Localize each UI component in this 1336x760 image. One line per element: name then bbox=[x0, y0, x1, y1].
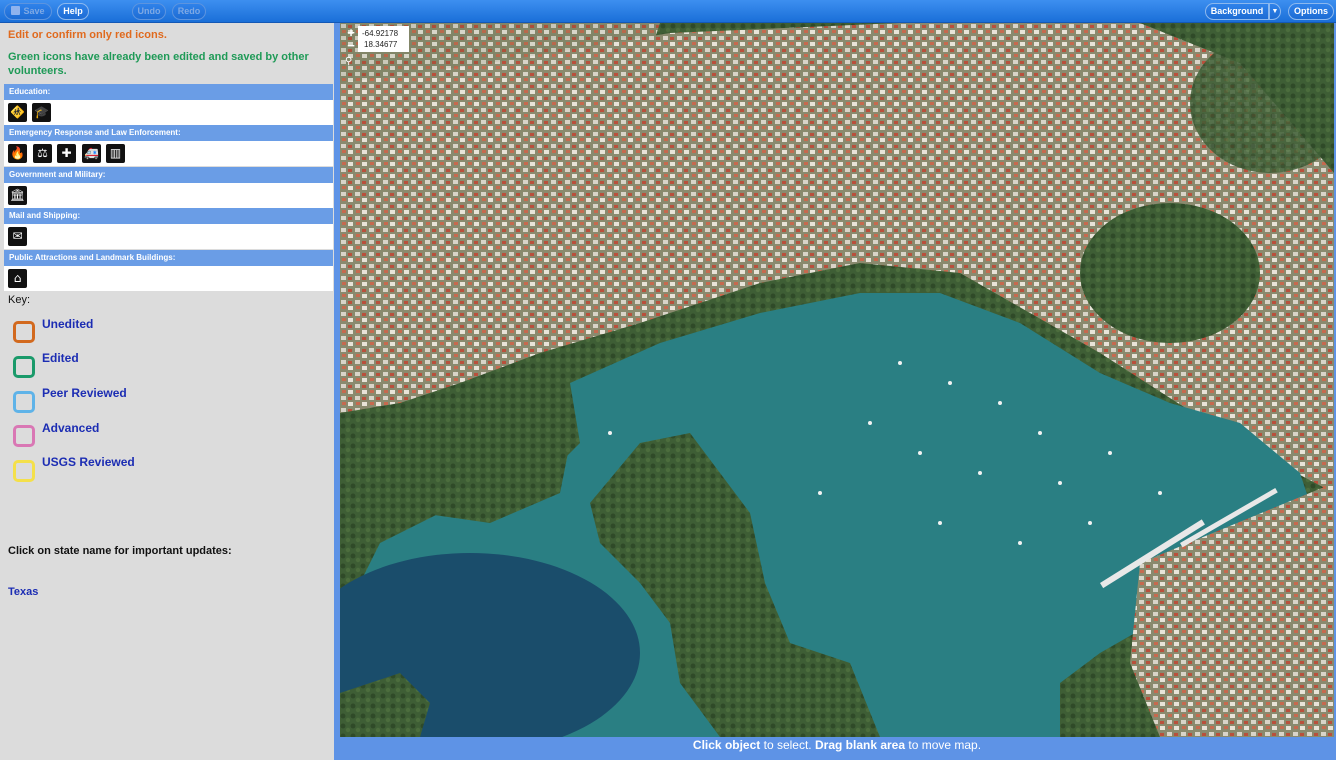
disk-icon bbox=[11, 6, 21, 15]
status-to-move-map: to move map. bbox=[905, 738, 982, 752]
category-header-education: Education: bbox=[4, 84, 333, 100]
government-building-icon[interactable]: 🏛 bbox=[8, 186, 27, 205]
mail-icon[interactable]: ✉ bbox=[8, 227, 27, 246]
options-button[interactable]: Options bbox=[1288, 3, 1334, 20]
key-swatch-edited bbox=[13, 356, 35, 378]
sidebar: Edit or confirm only red icons. Green ic… bbox=[0, 23, 336, 760]
college-icon[interactable]: 🎓 bbox=[32, 103, 51, 122]
redo-button[interactable]: Redo bbox=[172, 3, 206, 20]
key-label-unedited: Unedited bbox=[42, 317, 94, 331]
key-swatch-peer-reviewed bbox=[13, 391, 35, 413]
zoom-out-button[interactable]: − bbox=[344, 39, 358, 53]
top-toolbar: Save Help Undo Redo Background ▼ Options bbox=[0, 0, 1336, 23]
status-bar: Click object to select. Drag blank area … bbox=[340, 737, 1334, 754]
category-row-government: 🏛 bbox=[4, 183, 333, 208]
ambulance-icon[interactable]: 🚑 bbox=[82, 144, 101, 163]
key-swatch-advanced bbox=[13, 425, 35, 447]
help-button[interactable]: Help bbox=[57, 3, 89, 20]
coord-longitude: -64.92178 bbox=[362, 29, 399, 38]
school-icon[interactable]: 🚸 bbox=[8, 103, 27, 122]
instruction-green-icons: Green icons have already been edited and… bbox=[8, 51, 309, 77]
category-header-government: Government and Military: bbox=[4, 167, 333, 183]
save-label: Save bbox=[23, 6, 45, 16]
key-label-advanced: Advanced bbox=[42, 421, 100, 435]
coordinate-readout: -64.92178 18.34677 bbox=[358, 26, 409, 52]
category-header-landmarks: Public Attractions and Landmark Building… bbox=[4, 250, 333, 266]
status-to-select: to select. bbox=[760, 738, 815, 752]
background-dropdown-caret-icon[interactable]: ▼ bbox=[1269, 3, 1281, 20]
key-label-usgs-reviewed: USGS Reviewed bbox=[42, 455, 135, 469]
save-button[interactable]: Save bbox=[4, 3, 52, 20]
instruction-red-icons: Edit or confirm only red icons. bbox=[8, 29, 167, 41]
background-button[interactable]: Background bbox=[1205, 3, 1269, 20]
category-header-emergency: Emergency Response and Law Enforcement: bbox=[4, 125, 333, 141]
key-swatch-usgs-reviewed bbox=[13, 460, 35, 482]
key-label-edited: Edited bbox=[42, 351, 79, 365]
category-row-landmarks: ⌂ bbox=[4, 266, 333, 291]
coord-latitude: 18.34677 bbox=[364, 40, 398, 49]
map-canvas[interactable]: + − -64.92178 18.34677 ⚲ bbox=[340, 23, 1334, 737]
hospital-icon[interactable]: ✚ bbox=[57, 144, 76, 163]
state-link-texas[interactable]: Texas bbox=[8, 586, 38, 598]
undo-button[interactable]: Undo bbox=[132, 3, 166, 20]
search-icon[interactable]: ⚲ bbox=[345, 56, 357, 68]
law-enforcement-icon[interactable]: ⚖ bbox=[33, 144, 52, 163]
prison-icon[interactable]: ▥ bbox=[106, 144, 125, 163]
category-row-mail: ✉ bbox=[4, 224, 333, 249]
status-drag-blank-area: Drag blank area bbox=[814, 738, 906, 752]
category-header-mail: Mail and Shipping: bbox=[4, 208, 333, 224]
landmark-icon[interactable]: ⌂ bbox=[8, 269, 27, 288]
aerial-imagery bbox=[340, 23, 1334, 737]
category-row-emergency: 🔥 ⚖ ✚ 🚑 ▥ bbox=[4, 141, 333, 166]
key-label-peer-reviewed: Peer Reviewed bbox=[42, 386, 127, 400]
key-swatch-unedited bbox=[13, 321, 35, 343]
fire-station-icon[interactable]: 🔥 bbox=[8, 144, 27, 163]
status-click-object: Click object bbox=[692, 738, 761, 752]
key-title: Key: bbox=[8, 294, 31, 306]
updates-text: Click on state name for important update… bbox=[8, 545, 232, 557]
category-row-education: 🚸 🎓 bbox=[4, 100, 333, 125]
